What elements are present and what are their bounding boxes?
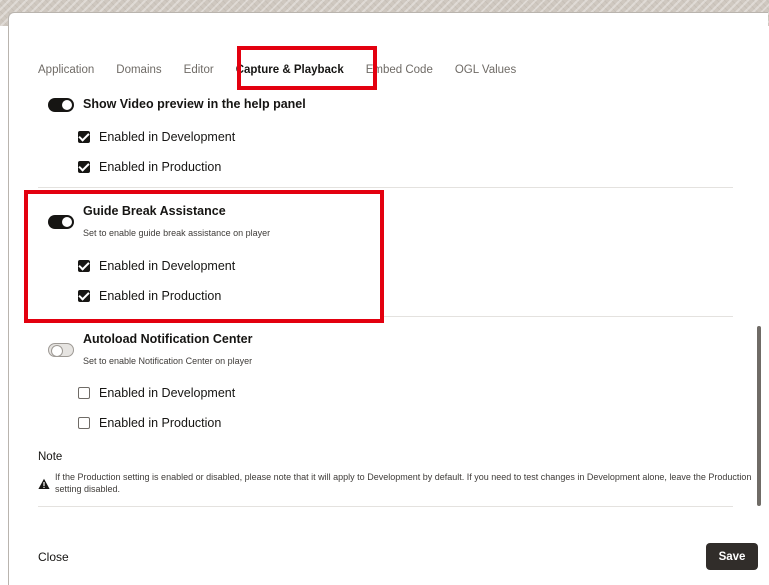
autoload-notification-prod-label: Enabled in Production	[99, 416, 222, 430]
video-preview-prod-option[interactable]: Enabled in Production	[78, 160, 221, 174]
autoload-notification-prod-checkbox[interactable]	[78, 417, 90, 429]
note-text: If the Production setting is enabled or …	[55, 472, 752, 494]
scrollbar[interactable]	[757, 326, 761, 506]
guide-break-highlight-box	[24, 190, 384, 323]
tab-highlight-box	[237, 46, 377, 90]
autoload-notification-prod-option[interactable]: Enabled in Production	[78, 416, 221, 430]
autoload-notification-dev-option[interactable]: Enabled in Development	[78, 386, 235, 400]
video-preview-toggle[interactable]	[48, 98, 74, 112]
note-title: Note	[38, 451, 63, 463]
video-preview-title: Show Video preview in the help panel	[83, 97, 306, 111]
tab-ogl-values[interactable]: OGL Values	[455, 64, 516, 76]
video-preview-dev-checkbox[interactable]	[78, 131, 90, 143]
video-preview-prod-checkbox[interactable]	[78, 161, 90, 173]
tab-editor[interactable]: Editor	[184, 64, 214, 76]
divider	[384, 316, 733, 317]
save-button[interactable]: Save	[706, 543, 758, 570]
autoload-notification-title: Autoload Notification Center	[83, 332, 253, 346]
autoload-notification-dev-checkbox[interactable]	[78, 387, 90, 399]
warning-icon	[38, 478, 50, 489]
tab-application[interactable]: Application	[38, 64, 94, 76]
divider	[38, 506, 733, 507]
video-preview-dev-option[interactable]: Enabled in Development	[78, 130, 235, 144]
video-preview-dev-label: Enabled in Development	[99, 130, 236, 144]
autoload-notification-dev-label: Enabled in Development	[99, 386, 236, 400]
autoload-notification-toggle[interactable]	[48, 343, 74, 357]
autoload-notification-description: Set to enable Notification Center on pla…	[83, 356, 253, 366]
video-preview-prod-label: Enabled in Production	[99, 160, 222, 174]
tab-domains[interactable]: Domains	[116, 64, 161, 76]
divider	[38, 187, 733, 188]
close-button[interactable]: Close	[38, 550, 69, 564]
